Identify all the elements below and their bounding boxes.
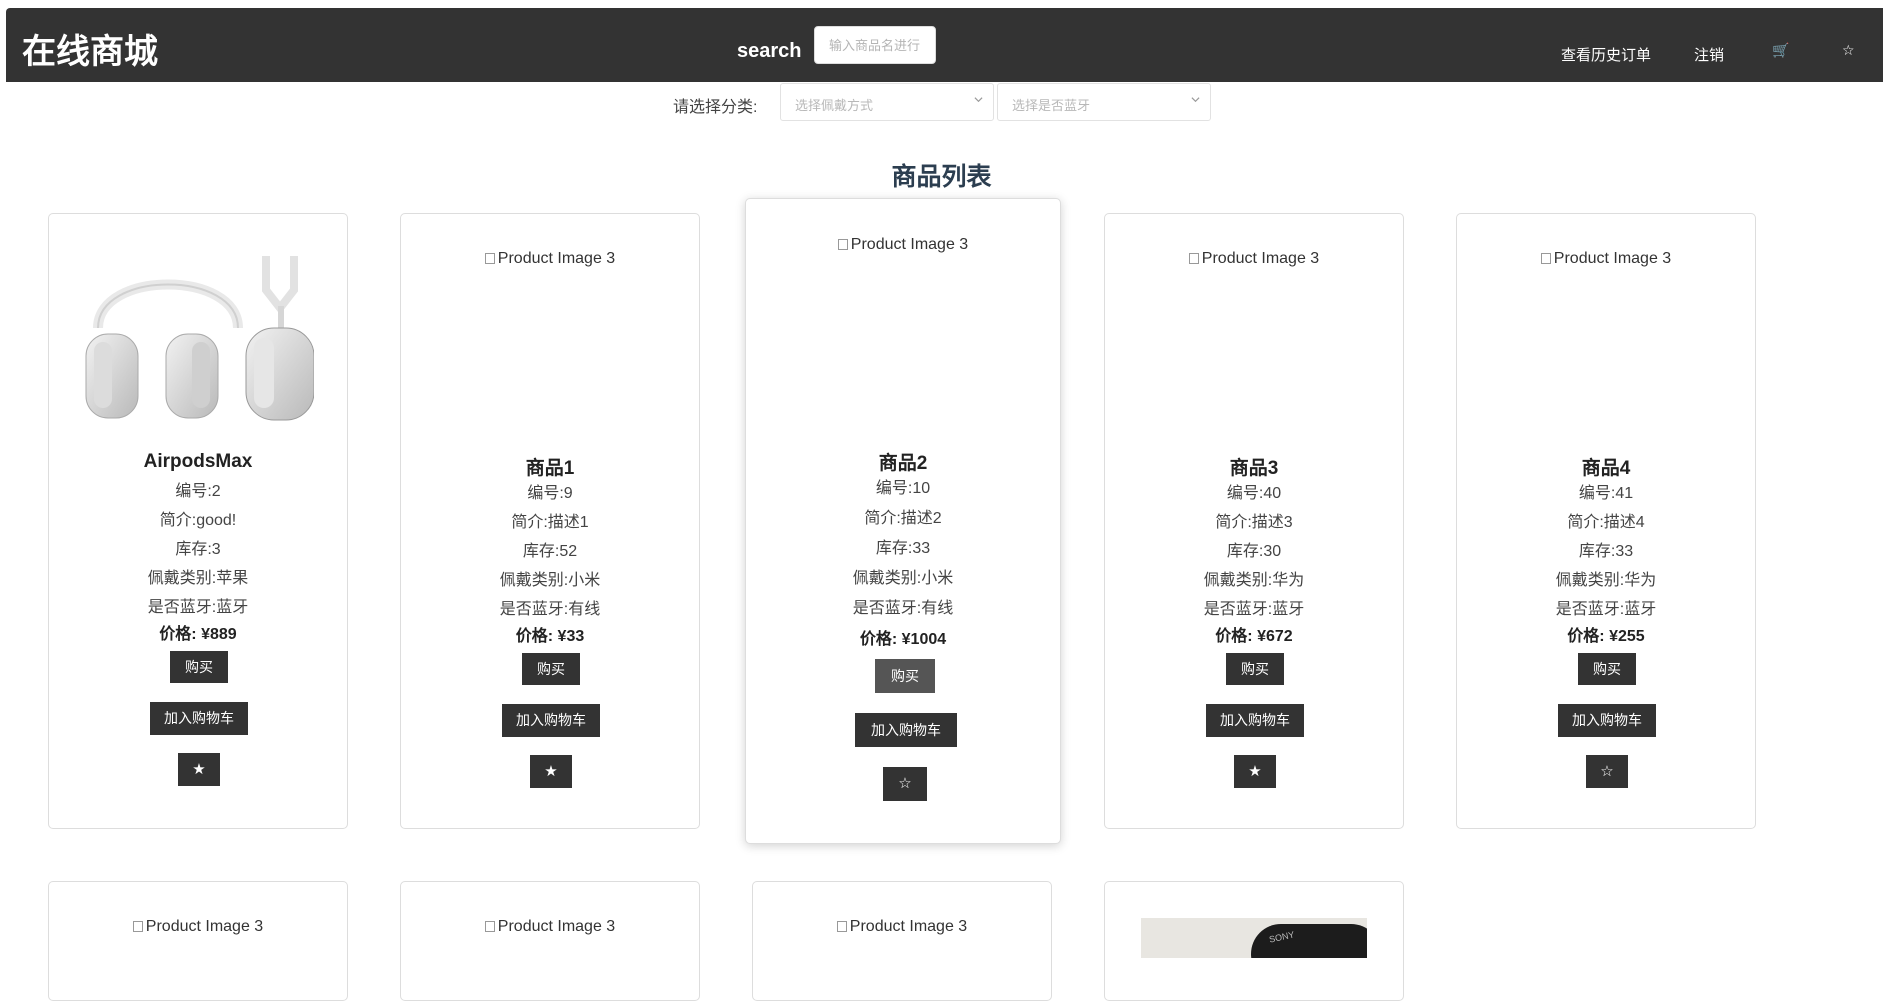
order-history-link[interactable]: 查看历史订单 — [1561, 44, 1651, 65]
product-stock: 库存:33 — [875, 540, 931, 557]
headphones-image — [85, 256, 315, 421]
product-desc: 简介:描述4 — [1567, 514, 1645, 531]
broken-image-icon — [484, 253, 495, 264]
wear-type-select[interactable]: 选择佩戴方式 — [780, 83, 994, 121]
product-desc: 简介:描述3 — [1215, 514, 1293, 531]
logout-link[interactable]: 注销 — [1694, 44, 1724, 65]
product-id: 编号:10 — [875, 480, 931, 497]
filter-label: 请选择分类: — [673, 99, 758, 116]
product-bluetooth: 是否蓝牙:有线 — [852, 600, 954, 617]
broken-image-icon — [837, 239, 848, 250]
product-card[interactable]: Product Image 3 — [752, 881, 1052, 1001]
product-desc: 简介:描述1 — [511, 514, 589, 531]
product-list-title: 商品列表 — [891, 163, 992, 191]
product-image-alt: Product Image 3 — [49, 918, 347, 936]
product-category: 佩戴类别:苹果 — [147, 570, 249, 587]
earbud-shape — [1251, 924, 1367, 958]
top-navbar: 在线商城 search 查看历史订单 注销 🛒 ☆ — [6, 8, 1883, 82]
product-image-alt: Product Image 3 — [401, 918, 699, 936]
bluetooth-placeholder: 选择是否蓝牙 — [1012, 98, 1091, 113]
product-desc: 简介:描述2 — [864, 510, 942, 527]
favorite-star-button[interactable]: ☆ — [883, 767, 927, 801]
broken-image-icon — [1188, 253, 1199, 264]
product-name: 商品3 — [1229, 458, 1279, 479]
product-card[interactable]: Product Image 3 — [400, 881, 700, 1001]
buy-button[interactable]: 购买 — [170, 651, 228, 683]
add-to-cart-button[interactable]: 加入购物车 — [1206, 704, 1304, 737]
search-input[interactable] — [814, 26, 936, 64]
product-bluetooth: 是否蓝牙:蓝牙 — [1203, 601, 1305, 618]
buy-button[interactable]: 购买 — [1578, 653, 1636, 685]
product-name: 商品1 — [525, 458, 575, 479]
product-card[interactable]: SONY — [1104, 881, 1404, 1001]
product-name: 商品4 — [1581, 458, 1631, 479]
favorite-star-button[interactable]: ★ — [1234, 755, 1276, 788]
add-to-cart-button[interactable]: 加入购物车 — [1558, 704, 1656, 737]
product-category: 佩戴类别:小米 — [852, 570, 954, 587]
product-price: 价格: ¥889 — [159, 626, 237, 643]
product-image-alt: Product Image 3 — [1457, 250, 1755, 268]
product-card[interactable]: Product Image 3 商品2 编号:10 简介:描述2 库存:33 佩戴类别:小… — [745, 198, 1061, 844]
product-price: 价格: ¥672 — [1215, 628, 1293, 645]
product-stock: 库存:3 — [175, 541, 221, 558]
product-image-alt: Product Image 3 — [401, 250, 699, 268]
product-image-alt: Product Image 3 — [1105, 250, 1403, 268]
search-label: search — [737, 40, 802, 62]
favorite-star-button[interactable]: ★ — [178, 753, 220, 786]
add-to-cart-button[interactable]: 加入购物车 — [502, 704, 600, 737]
product-card[interactable]: Product Image 3 商品3 编号:40 简介:描述3 库存:30 佩戴类别:华… — [1104, 213, 1404, 829]
buy-button[interactable]: 购买 — [522, 653, 580, 685]
product-price: 价格: ¥33 — [515, 628, 585, 645]
product-name: 商品2 — [878, 453, 928, 474]
product-stock: 库存:52 — [522, 543, 578, 560]
product-category: 佩戴类别:华为 — [1555, 572, 1657, 589]
product-id: 编号:40 — [1226, 485, 1282, 502]
product-stock: 库存:30 — [1226, 543, 1282, 560]
product-id: 编号:41 — [1578, 485, 1634, 502]
product-category: 佩戴类别:小米 — [499, 572, 601, 589]
broken-image-icon — [836, 921, 847, 932]
product-card[interactable]: AirpodsMax 编号:2 简介:good! 库存:3 佩戴类别:苹果 是否蓝牙:蓝牙… — [48, 213, 348, 829]
product-bluetooth: 是否蓝牙:蓝牙 — [147, 599, 249, 616]
product-name: AirpodsMax — [143, 451, 253, 472]
product-stock: 库存:33 — [1578, 543, 1634, 560]
wear-type-placeholder: 选择佩戴方式 — [795, 98, 874, 113]
product-card[interactable]: Product Image 3 商品1 编号:9 简介:描述1 库存:52 佩戴类别:小米… — [400, 213, 700, 829]
chevron-down-icon — [974, 97, 983, 103]
broken-image-icon — [1540, 253, 1551, 264]
buy-button[interactable]: 购买 — [1226, 653, 1284, 685]
product-image-alt: Product Image 3 — [746, 236, 1060, 254]
product-desc: 简介:good! — [159, 512, 237, 529]
add-to-cart-button[interactable]: 加入购物车 — [150, 702, 248, 735]
favorite-star-button[interactable]: ☆ — [1586, 755, 1628, 788]
favorite-star-button[interactable]: ★ — [530, 755, 572, 788]
site-logo-text[interactable]: 在线商城 — [22, 24, 158, 73]
product-id: 编号:2 — [175, 483, 221, 500]
product-bluetooth: 是否蓝牙:有线 — [499, 601, 601, 618]
favorites-icon[interactable]: ☆ — [1842, 42, 1855, 59]
product-card[interactable]: Product Image 3 商品4 编号:41 简介:描述4 库存:33 佩戴类别:华… — [1456, 213, 1756, 829]
product-image-alt: Product Image 3 — [753, 918, 1051, 936]
chevron-down-icon — [1191, 97, 1200, 103]
broken-image-icon — [484, 921, 495, 932]
buy-button[interactable]: 购买 — [875, 659, 935, 693]
product-price: 价格: ¥255 — [1567, 628, 1645, 645]
product-card[interactable]: Product Image 3 — [48, 881, 348, 1001]
product-price: 价格: ¥1004 — [859, 631, 947, 648]
product-id: 编号:9 — [527, 485, 573, 502]
add-to-cart-button[interactable]: 加入购物车 — [855, 713, 957, 747]
bluetooth-select[interactable]: 选择是否蓝牙 — [997, 83, 1211, 121]
product-bluetooth: 是否蓝牙:蓝牙 — [1555, 601, 1657, 618]
product-photo: SONY — [1141, 918, 1367, 958]
product-category: 佩戴类别:华为 — [1203, 572, 1305, 589]
cart-icon[interactable]: 🛒 — [1772, 42, 1789, 59]
broken-image-icon — [132, 921, 143, 932]
